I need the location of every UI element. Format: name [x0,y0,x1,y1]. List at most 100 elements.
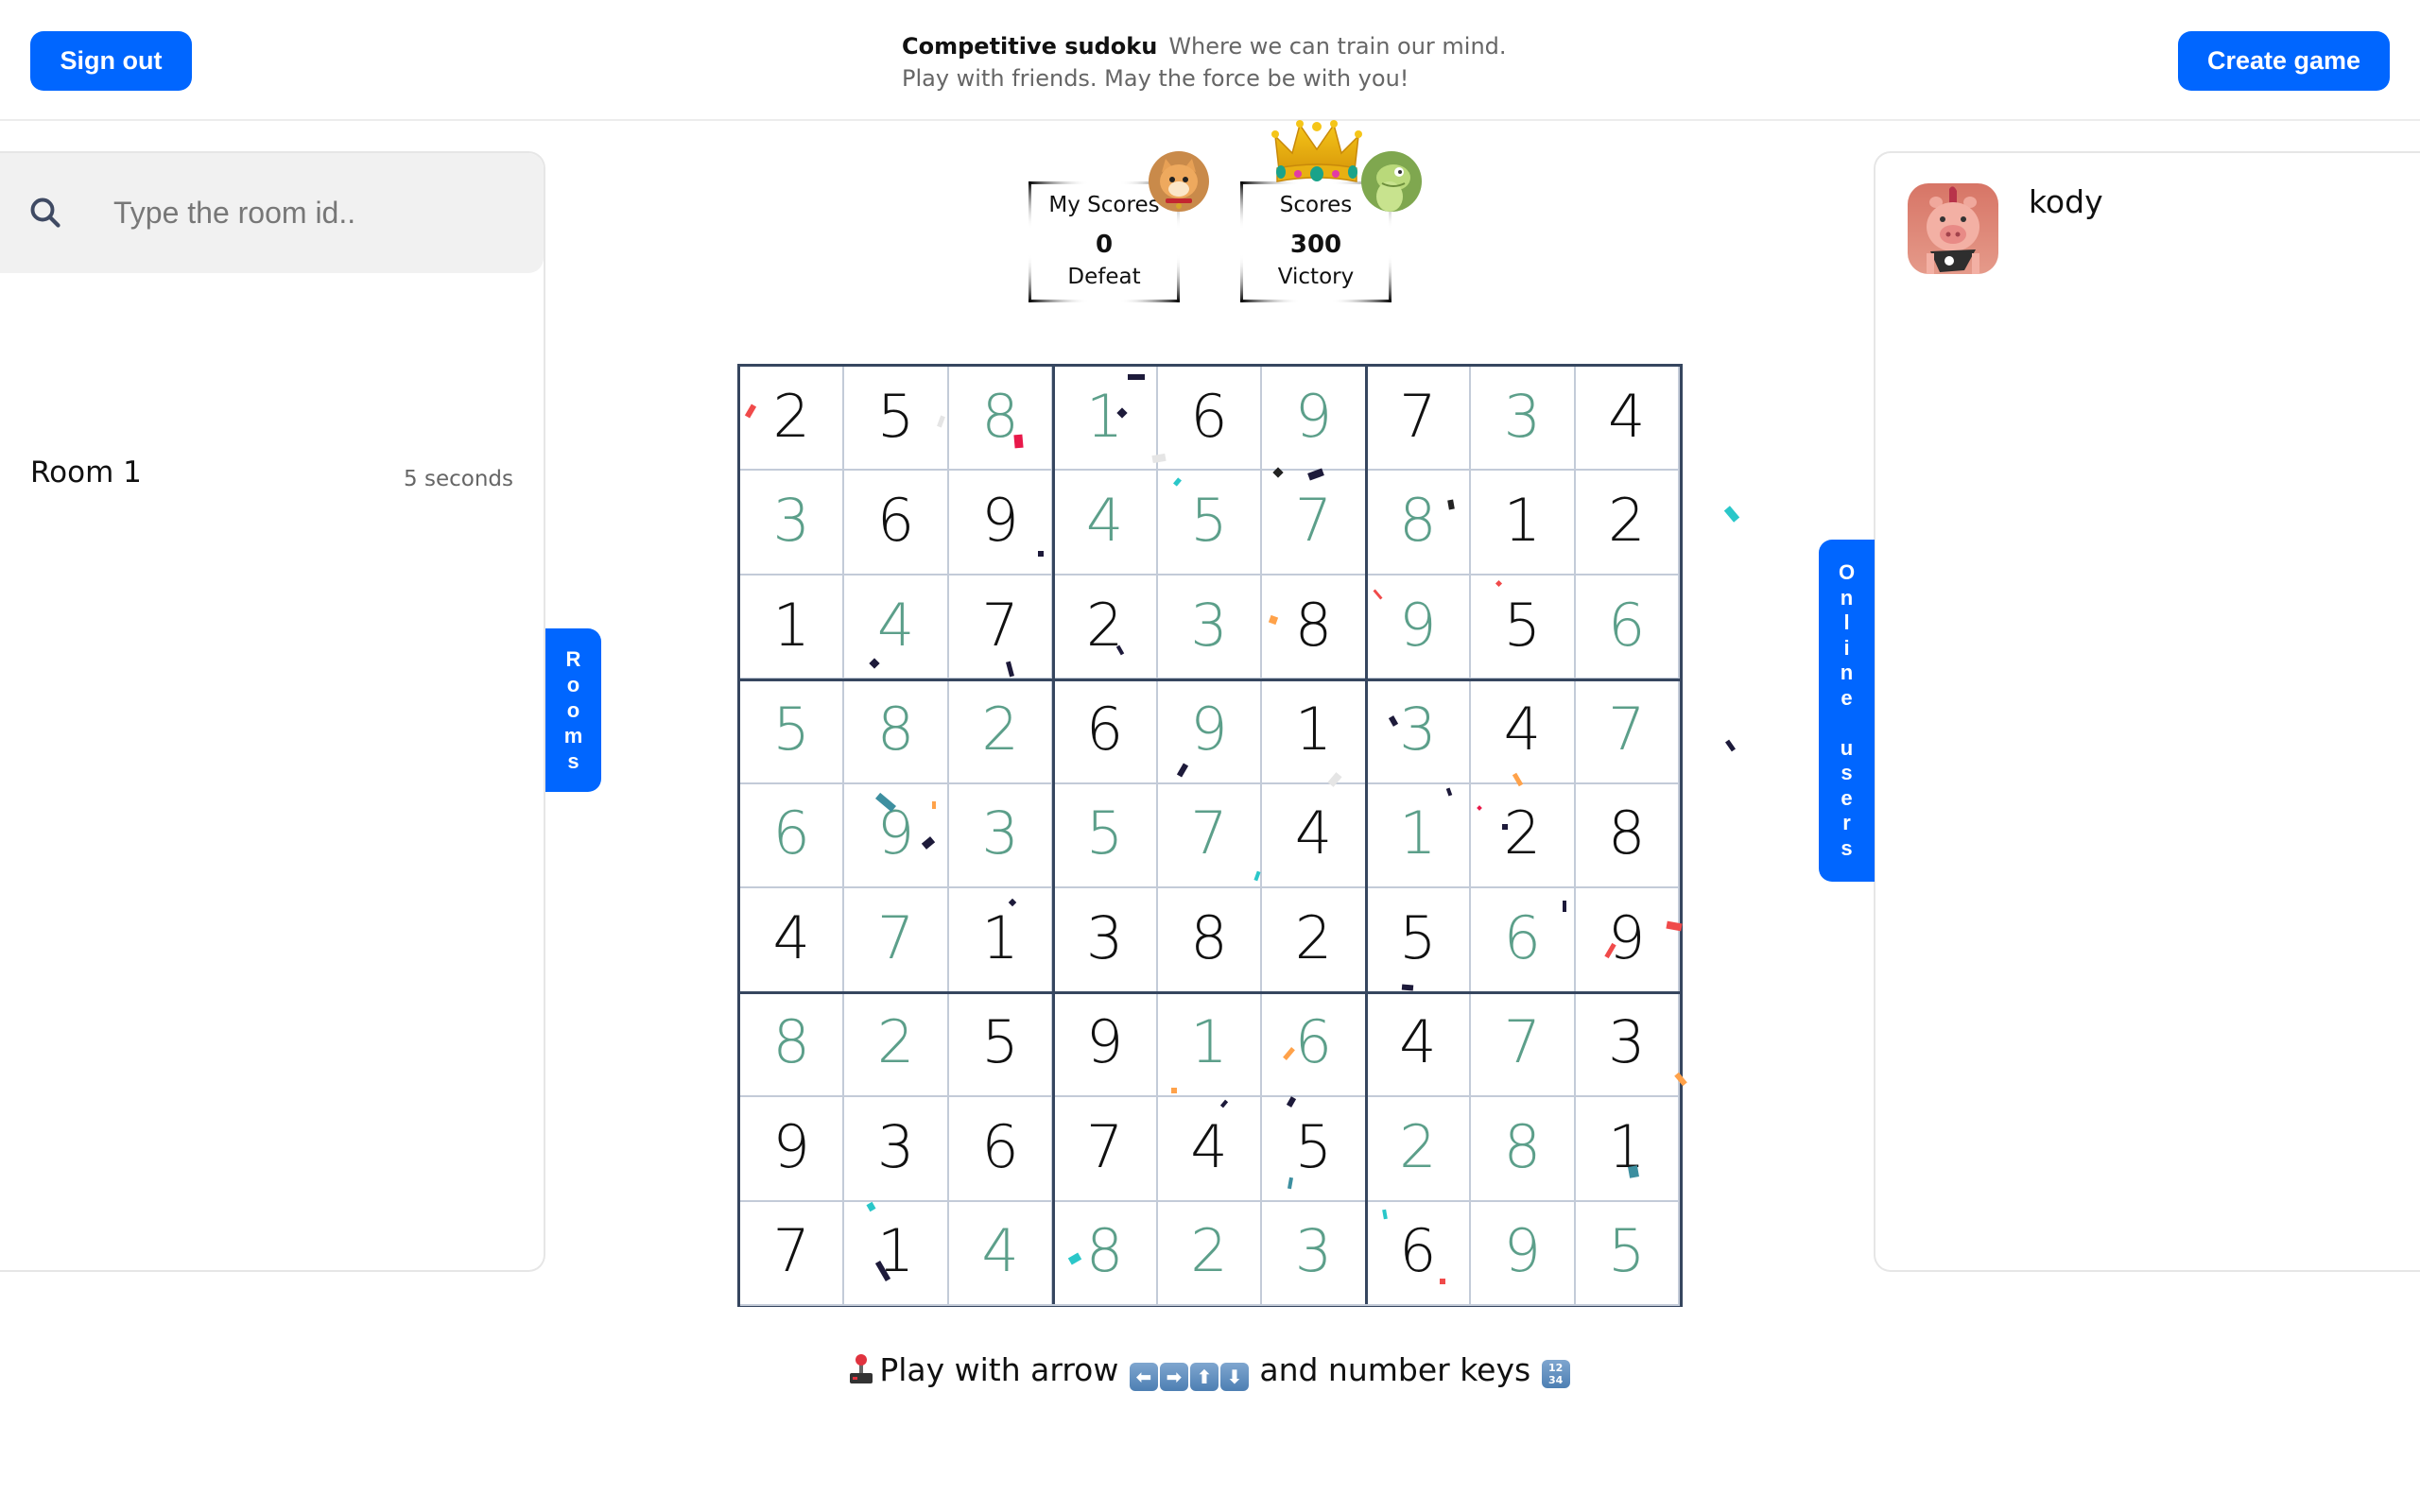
create-game-button[interactable]: Create game [2178,31,2390,91]
sudoku-cell[interactable]: 8 [1575,783,1680,889]
sudoku-cell[interactable]: 6 [1366,1201,1472,1306]
sudoku-cell[interactable]: 1 [1157,992,1263,1098]
given-digit: 6 [876,486,915,556]
sudoku-cell[interactable]: 9 [844,783,949,889]
sudoku-cell[interactable]: 9 [1053,992,1158,1098]
sudoku-cell[interactable]: 9 [948,471,1054,576]
dino-avatar-mini [1369,655,1390,676]
sudoku-cell[interactable]: 3 [1366,679,1472,784]
sign-out-button[interactable]: Sign out [30,31,192,91]
sudoku-cell[interactable]: 1 [1575,1097,1680,1202]
sudoku-cell[interactable]: 4 [1053,471,1158,576]
given-digit: 1 [772,590,810,660]
sudoku-cell[interactable]: 7 [1366,367,1472,472]
sudoku-cell[interactable]: 7 [1053,1097,1158,1202]
sudoku-cell[interactable]: 7 [844,888,949,993]
dino-avatar-mini [1055,446,1076,467]
sudoku-cell[interactable]: 9 [1575,888,1680,993]
sudoku-cell[interactable]: 4 [844,575,949,680]
sudoku-cell[interactable]: 7 [1575,679,1680,784]
sudoku-cell[interactable]: 7 [1262,471,1367,576]
sudoku-cell[interactable]: 6 [1471,888,1576,993]
sudoku-cell[interactable]: 9 [1262,367,1367,472]
sudoku-cell[interactable]: 2 [1366,1097,1472,1202]
sudoku-cell[interactable]: 3 [1262,1201,1367,1306]
sudoku-cell[interactable]: 2 [740,367,845,472]
sudoku-cell[interactable]: 6 [740,783,845,889]
sudoku-cell[interactable]: 2 [1262,888,1367,993]
sudoku-cell[interactable]: 6 [948,1097,1054,1202]
sudoku-cell[interactable]: 4 [948,1201,1054,1306]
number-keys-icon: 12 34 [1541,1360,1570,1388]
rooms-tab[interactable]: Rooms [545,628,601,792]
sudoku-cell[interactable]: 9 [1366,575,1472,680]
sudoku-cell[interactable]: 3 [740,471,845,576]
sudoku-cell[interactable]: 8 [844,679,949,784]
sudoku-cell[interactable]: 4 [1157,1097,1263,1202]
sudoku-cell[interactable]: 3 [1471,367,1576,472]
sudoku-cell[interactable]: 8 [1471,1097,1576,1202]
sudoku-cell[interactable]: 5 [948,992,1054,1098]
player-digit: 6 [1503,902,1542,972]
sudoku-cell[interactable]: 8 [1366,471,1472,576]
sudoku-cell[interactable]: 4 [1471,679,1576,784]
sudoku-cell[interactable]: 3 [1575,992,1680,1098]
sudoku-cell[interactable]: 8 [1053,1201,1158,1306]
sudoku-cell[interactable]: 2 [1575,471,1680,576]
sudoku-cell[interactable]: 1 [1471,471,1576,576]
sudoku-cell[interactable]: 4 [1575,367,1680,472]
sudoku-cell[interactable]: 1 [740,575,845,680]
sudoku-cell[interactable]: 9 [1157,679,1263,784]
sudoku-cell[interactable]: 9 [1471,1201,1576,1306]
sudoku-cell[interactable]: 2 [948,679,1054,784]
sudoku-cell[interactable]: 6 [1262,992,1367,1098]
pig-avatar [1908,183,1998,274]
sudoku-cell[interactable]: 9 [740,1097,845,1202]
sudoku-cell[interactable]: 5 [740,679,845,784]
sudoku-cell[interactable]: 5 [1366,888,1472,993]
sudoku-cell[interactable]: 5 [1053,783,1158,889]
sudoku-cell[interactable]: 8 [1157,888,1263,993]
instruction-middle: and number keys [1259,1351,1531,1388]
sudoku-cell[interactable]: 6 [1157,367,1263,472]
room-search-input[interactable] [113,186,510,239]
sudoku-cell[interactable]: 5 [1157,471,1263,576]
sudoku-cell[interactable]: 8 [740,992,845,1098]
sudoku-cell[interactable]: 3 [844,1097,949,1202]
sudoku-cell[interactable]: 5 [1262,1097,1367,1202]
sudoku-cell[interactable]: 8 [1262,575,1367,680]
sudoku-cell[interactable]: 3 [1157,575,1263,680]
sudoku-cell[interactable]: 3 [1053,888,1158,993]
online-users-tab[interactable]: Online users [1819,540,1875,882]
sudoku-cell[interactable]: 1 [1053,367,1158,472]
sudoku-cell[interactable]: 7 [740,1201,845,1306]
sudoku-cell[interactable]: 5 [1471,575,1576,680]
room-list-item[interactable]: Room 1 5 seconds [0,304,544,491]
sudoku-cell[interactable]: 2 [844,992,949,1098]
sudoku-cell[interactable]: 6 [844,471,949,576]
sudoku-cell[interactable]: 1 [1366,783,1472,889]
sudoku-cell[interactable]: 8 [948,367,1054,472]
sudoku-cell[interactable]: 2 [1157,1201,1263,1306]
sudoku-cell[interactable]: 6 [1053,679,1158,784]
sudoku-cell[interactable]: 7 [948,575,1054,680]
dino-avatar-mini [951,864,972,885]
sudoku-cell[interactable]: 3 [948,783,1054,889]
sudoku-cell[interactable]: 1 [1262,679,1367,784]
dino-avatar-mini [1473,446,1494,467]
sudoku-cell[interactable]: 1 [948,888,1054,993]
sudoku-cell[interactable]: 6 [1575,575,1680,680]
given-digit: 2 [1294,902,1333,972]
sudoku-cell[interactable]: 4 [1262,783,1367,889]
sudoku-cell[interactable]: 4 [1366,992,1472,1098]
sudoku-cell[interactable]: 2 [1053,575,1158,680]
sudoku-cell[interactable]: 7 [1471,992,1576,1098]
sudoku-cell[interactable]: 1 [844,1201,949,1306]
sudoku-cell[interactable]: 7 [1157,783,1263,889]
sudoku-cell[interactable]: 5 [844,367,949,472]
sudoku-cell[interactable]: 4 [740,888,845,993]
player-digit: 9 [1399,590,1437,660]
sudoku-cell[interactable]: 5 [1575,1201,1680,1306]
rooms-tab-letter: R [565,647,581,671]
sudoku-cell[interactable]: 2 [1471,783,1576,889]
